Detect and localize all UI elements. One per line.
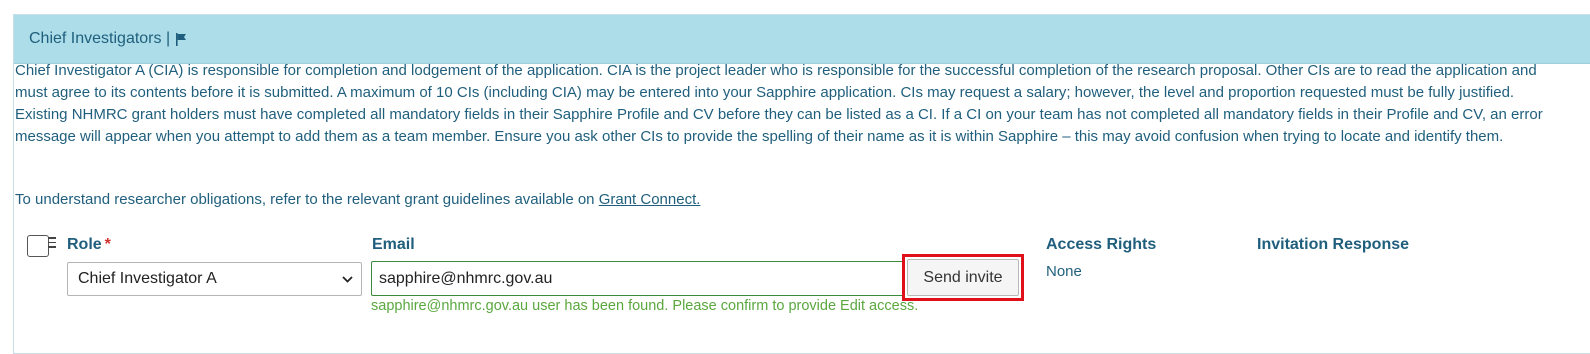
email-status-message: sapphire@nhmrc.gov.au user has been foun…	[371, 298, 919, 314]
row-select-checkbox[interactable]	[27, 235, 49, 257]
obligations-label: To understand researcher obligations, re…	[15, 191, 599, 208]
drag-handle-icon[interactable]	[48, 237, 56, 251]
access-rights-column-header: Access Rights	[1046, 236, 1157, 253]
role-label: Role	[67, 236, 102, 253]
required-asterisk: *	[104, 236, 111, 253]
role-select[interactable]: Chief Investigator A	[67, 262, 362, 296]
section-header: Chief Investigators |	[14, 15, 1590, 64]
invitation-response-column-header: Invitation Response	[1257, 236, 1410, 253]
obligations-text: To understand researcher obligations, re…	[15, 189, 700, 211]
role-select-value: Chief Investigator A	[78, 270, 217, 287]
email-input-value: sapphire@nhmrc.gov.au	[379, 269, 553, 287]
section-title: Chief Investigators |	[29, 30, 171, 47]
send-invite-button[interactable]: Send invite	[907, 259, 1019, 296]
grant-connect-link[interactable]: Grant Connect.	[599, 191, 701, 208]
flag-icon	[176, 32, 187, 46]
email-input[interactable]: sapphire@nhmrc.gov.au	[371, 261, 905, 296]
access-rights-value: None	[1046, 263, 1082, 280]
chevron-down-icon	[342, 270, 353, 288]
intro-text: Chief Investigator A (CIA) is responsibl…	[15, 62, 1543, 145]
email-column-header: Email	[372, 236, 415, 253]
role-column-header: Role *	[67, 236, 111, 254]
